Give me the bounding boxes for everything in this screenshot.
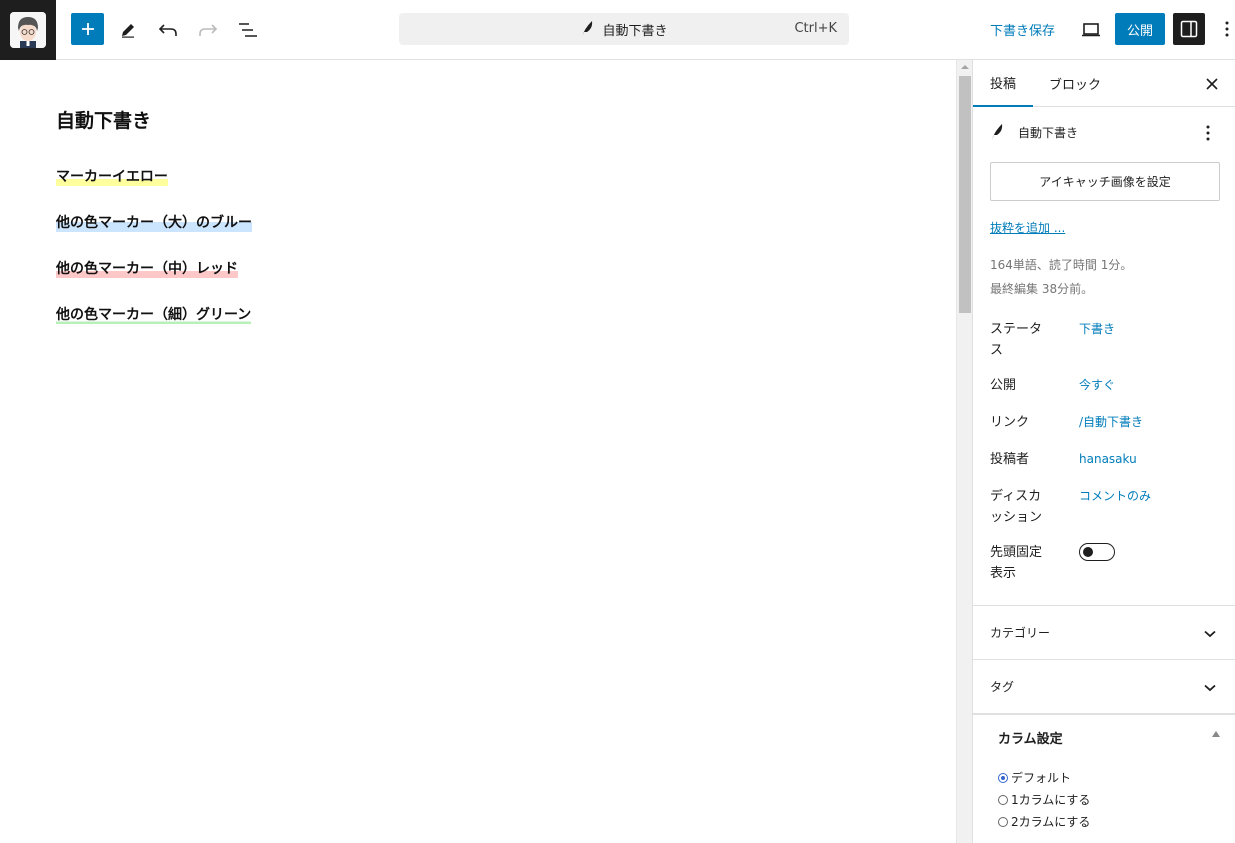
avatar <box>10 12 46 48</box>
desktop-preview-icon <box>1082 23 1100 37</box>
tab-block[interactable]: ブロック <box>1049 60 1101 107</box>
post-actions-menu[interactable] <box>1199 123 1217 143</box>
link-label: リンク <box>990 415 1030 430</box>
author-value[interactable]: hanasaku <box>1079 449 1137 470</box>
paragraph-block[interactable]: 他の色マーカー（大）のブルー <box>56 212 252 232</box>
marker-blue-text: 他の色マーカー（大）のブルー <box>56 215 252 232</box>
site-icon-button[interactable] <box>0 0 56 60</box>
publish-label: 公開 <box>990 378 1017 393</box>
scroll-up-arrow[interactable] <box>957 64 973 74</box>
add-block-button[interactable] <box>71 13 104 45</box>
column-option-label: 2カラムにする <box>1011 815 1091 829</box>
redo-button[interactable] <box>190 12 226 48</box>
tags-panel[interactable]: タグ <box>973 659 1235 713</box>
column-option-2col[interactable]: 2カラムにする <box>998 813 1090 830</box>
radio-unchecked[interactable] <box>998 794 1008 805</box>
list-view-icon <box>239 23 257 37</box>
settings-sidebar: 投稿 ブロック 自動下書き アイキャッチ画像を設定 抜粋を追加 ... 164単… <box>972 60 1235 843</box>
kebab-icon <box>1206 125 1210 141</box>
paragraph-block[interactable]: 他の色マーカー（中）レッド <box>56 258 238 278</box>
save-draft-button[interactable]: 下書き保存 <box>984 13 1061 45</box>
sticky-label: 先頭固定表示 <box>990 545 1043 581</box>
command-shortcut: Ctrl+K <box>794 21 837 36</box>
categories-toggle[interactable] <box>1202 626 1218 642</box>
column-option-label: 1カラムにする <box>1011 793 1091 807</box>
editor-header: 自動下書き Ctrl+K 下書き保存 公開 <box>0 0 1235 60</box>
set-featured-image-button[interactable]: アイキャッチ画像を設定 <box>990 162 1220 201</box>
radio-checked[interactable] <box>998 772 1008 783</box>
feather-icon <box>992 124 1003 140</box>
discussion-value[interactable]: コメントのみ <box>1079 486 1151 507</box>
plus-icon <box>81 23 94 35</box>
sidebar-tabs: 投稿 ブロック <box>973 60 1235 107</box>
tags-panel-title[interactable]: タグ <box>990 678 1014 695</box>
sticky-toggle[interactable] <box>1079 543 1115 561</box>
column-option-1col[interactable]: 1カラムにする <box>998 791 1090 808</box>
column-option-default[interactable]: デフォルト <box>998 769 1071 786</box>
post-title[interactable]: 自動下書き <box>56 106 151 133</box>
column-option-label: デフォルト <box>1011 771 1072 785</box>
status-label: ステータス <box>990 322 1043 358</box>
command-palette-bar[interactable]: 自動下書き Ctrl+K <box>399 13 849 45</box>
toggle-knob <box>1083 547 1093 557</box>
marker-green-text: 他の色マーカー（細）グリーン <box>56 307 252 324</box>
tab-post[interactable]: 投稿 <box>973 60 1034 107</box>
close-sidebar-button[interactable] <box>1200 72 1224 96</box>
paragraph-block[interactable]: マーカーイエロー <box>56 166 168 186</box>
scroll-thumb[interactable] <box>959 76 971 313</box>
marker-yellow-text: マーカーイエロー <box>56 169 168 186</box>
triangle-up-icon[interactable] <box>1212 731 1220 737</box>
categories-panel-title[interactable]: カテゴリー <box>990 624 1050 641</box>
link-value[interactable]: /自動下書き <box>1079 412 1143 433</box>
redo-icon <box>199 24 218 36</box>
undo-button[interactable] <box>150 12 186 48</box>
feather-icon <box>582 21 593 37</box>
chevron-down-icon <box>1204 684 1216 692</box>
last-edited-text: 最終編集 38分前。 <box>990 282 1094 296</box>
sidebar-icon <box>1180 20 1198 38</box>
status-value[interactable]: 下書き <box>1079 319 1115 340</box>
kebab-icon <box>1225 21 1229 37</box>
marker-red-text: 他の色マーカー（中）レッド <box>56 261 238 278</box>
tools-button[interactable] <box>110 12 146 48</box>
editor-canvas[interactable]: 自動下書き マーカーイエロー 他の色マーカー（大）のブルー 他の色マーカー（中）… <box>0 60 956 843</box>
paragraph-block[interactable]: 他の色マーカー（細）グリーン <box>56 304 252 324</box>
publish-button[interactable]: 公開 <box>1115 13 1165 45</box>
column-settings-title: カラム設定 <box>998 732 1063 747</box>
pen-icon <box>122 24 134 38</box>
list-view-button[interactable] <box>230 12 266 48</box>
post-title-label: 自動下書き <box>1018 125 1079 140</box>
close-icon <box>1206 78 1218 90</box>
discussion-label: ディスカッション <box>990 489 1043 525</box>
editor-scrollbar[interactable] <box>956 60 972 843</box>
undo-icon <box>158 24 177 36</box>
tags-toggle[interactable] <box>1202 680 1218 696</box>
chevron-down-icon <box>1204 630 1216 638</box>
radio-unchecked[interactable] <box>998 816 1008 827</box>
column-settings-panel: カラム設定 デフォルト 1カラムにする 2カラムにする <box>973 713 1235 843</box>
command-title: 自動下書き <box>602 23 668 39</box>
post-summary-title: 自動下書き <box>990 123 1078 141</box>
settings-sidebar-toggle[interactable] <box>1173 13 1205 45</box>
preview-button[interactable] <box>1073 12 1109 48</box>
publish-value[interactable]: 今すぐ <box>1079 375 1115 396</box>
add-excerpt-link[interactable]: 抜粋を追加 ... <box>990 219 1065 236</box>
author-label: 投稿者 <box>990 452 1030 467</box>
categories-panel[interactable]: カテゴリー <box>973 605 1235 659</box>
options-menu-button[interactable] <box>1218 13 1235 45</box>
word-count-text: 164単語、読了時間 1分。 <box>990 258 1133 272</box>
